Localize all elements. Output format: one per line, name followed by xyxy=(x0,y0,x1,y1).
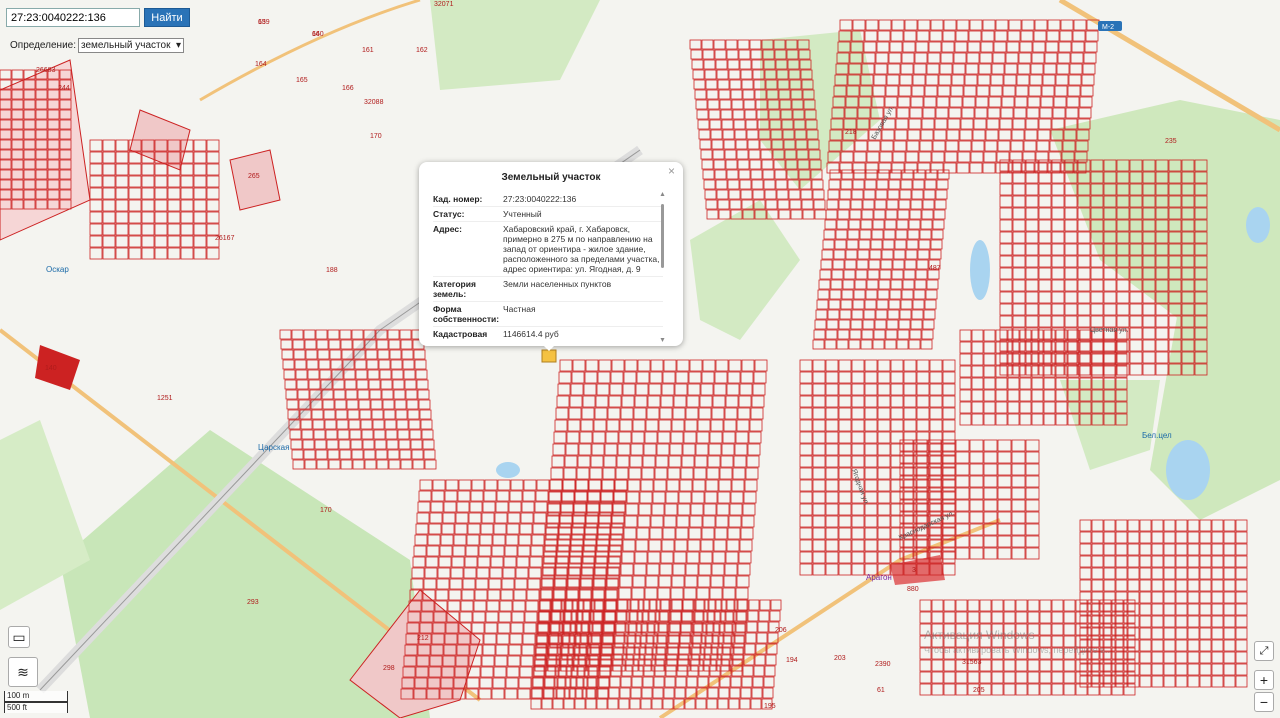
scale-bar: 100 m 500 ft xyxy=(4,691,68,713)
parcel-number-label: 487 xyxy=(929,265,941,272)
parcel-number-label: 170 xyxy=(320,507,332,514)
popup-row: Адрес: Хабаровский край, г. Хабаровск, пр… xyxy=(433,222,663,277)
layers-icon[interactable]: ≋ xyxy=(8,657,38,687)
activation-watermark: Активация Windows xyxy=(924,628,1035,642)
parcel-number-label: 293 xyxy=(247,599,259,606)
popup-value: Хабаровский край, г. Хабаровск, примерно… xyxy=(503,224,660,274)
parcel-number-label: 32088 xyxy=(364,99,384,106)
popup-value: Земли населенных пунктов xyxy=(503,279,612,289)
poi-label[interactable]: Бел.цел xyxy=(1142,431,1172,440)
parcel-number-label: 235 xyxy=(1165,138,1177,145)
parcel-number-label: 298 xyxy=(383,665,395,672)
street-name-label: Цветная ул. xyxy=(1090,327,1129,334)
parcel-number-label: 880 xyxy=(907,586,919,593)
parcel-number-label: 3 xyxy=(912,567,916,574)
parcel-number-label: 165 xyxy=(296,77,308,84)
parcel-number-label: 194 xyxy=(786,657,798,664)
popup-row: Категория земель: Земли населенных пункто… xyxy=(433,277,663,302)
popup-pointer xyxy=(541,343,557,351)
activation-watermark-sub: Чтобы активировать Windows, перейдите в.… xyxy=(924,645,1113,655)
close-icon[interactable]: × xyxy=(668,164,675,178)
search-box: Найти xyxy=(6,8,190,27)
parcel-number-label: 195 xyxy=(764,703,776,710)
parcel-number-label: 170 xyxy=(370,133,382,140)
parcel-number-label: 164 xyxy=(255,61,267,68)
definition-row: Определение: земельный участок ▾ xyxy=(10,38,185,53)
scale-metric: 100 m xyxy=(4,691,68,702)
parcel-number-label: 61 xyxy=(877,687,885,694)
cadastral-search-input[interactable] xyxy=(6,8,140,27)
parcel-number-label: 166 xyxy=(342,85,354,92)
cadastral-map[interactable]: 159160161 1623207116416516632088170266832… xyxy=(0,0,1280,718)
parcel-number-label: 265 xyxy=(248,173,260,180)
find-button[interactable]: Найти xyxy=(144,8,190,27)
parcel-number-label: 26683 xyxy=(36,67,56,74)
road-badge-label: М-2 xyxy=(1102,24,1114,31)
chevron-down-icon: ▾ xyxy=(175,40,182,51)
parcel-number-label: 162 xyxy=(416,47,428,54)
popup-title: Земельный участок xyxy=(501,172,601,183)
parcel-number-label: 31563 xyxy=(962,659,982,666)
popup-key: Адрес: xyxy=(433,224,462,234)
popup-value: Учтенный xyxy=(503,209,542,219)
parcel-number-label: 244 xyxy=(58,85,70,92)
zoom-out-button[interactable]: − xyxy=(1254,692,1274,712)
popup-value: Частная xyxy=(503,304,536,314)
popup-row: Статус: Учтенный xyxy=(433,207,663,222)
popup-value: 27:23:0040222:136 xyxy=(503,194,577,204)
definition-selected: земельный участок xyxy=(81,40,171,51)
parcel-number-label: 203 xyxy=(834,655,846,662)
definition-select[interactable]: земельный участок ▾ xyxy=(78,38,185,53)
popup-scrollbar[interactable] xyxy=(660,192,665,342)
popup-value: 1146614.4 руб xyxy=(503,329,559,339)
parcel-number-label: 2390 xyxy=(875,661,891,668)
parcel-number-label: 161 xyxy=(362,47,374,54)
poi-label[interactable]: Арагон xyxy=(866,573,892,582)
popup-key: Статус: xyxy=(433,209,465,219)
fullscreen-icon[interactable]: ⤢ xyxy=(1254,641,1274,661)
parcel-number-label: 64 xyxy=(312,31,320,38)
popup-body: Кад. номер: 27:23:0040222:136 Статус: Учтен… xyxy=(433,192,663,340)
parcel-number-label: 206 xyxy=(775,627,787,634)
parcel-number-label: 32071 xyxy=(434,1,454,8)
popup-key: Категория земель: xyxy=(433,279,476,299)
popup-key: Форма собственности: xyxy=(433,304,500,324)
poi-label[interactable]: Оскар xyxy=(46,265,69,274)
parcel-number-label: 140 xyxy=(45,365,57,372)
parcel-number-label: 188 xyxy=(326,267,338,274)
popup-key: Кад. номер: xyxy=(433,194,483,204)
parcel-number-label: 1251 xyxy=(157,395,173,402)
fullscreen-corner-icon[interactable]: ▭ xyxy=(8,626,30,648)
scale-imperial: 500 ft xyxy=(4,702,68,713)
popup-row: Кадастровая стоимость: 1146614.4 руб xyxy=(433,327,663,340)
parcel-number-label: 26167 xyxy=(215,235,235,242)
definition-label: Определение: xyxy=(10,40,77,51)
popup-key: Кадастровая стоимость: xyxy=(433,329,488,340)
parcel-number-label: 205 xyxy=(973,687,985,694)
popup-row: Кад. номер: 27:23:0040222:136 xyxy=(433,192,663,207)
parcel-info-popup: Земельный участок × Кад. номер: 27:23:004… xyxy=(419,162,683,346)
parcel-number-label: 212 xyxy=(417,635,429,642)
zoom-in-button[interactable]: + xyxy=(1254,670,1274,690)
poi-label[interactable]: Царская xyxy=(258,443,289,452)
popup-row: Форма собственности: Частная xyxy=(433,302,663,327)
parcel-number-label: 63 xyxy=(258,19,266,26)
parcel-number-label: 218 xyxy=(845,129,857,136)
